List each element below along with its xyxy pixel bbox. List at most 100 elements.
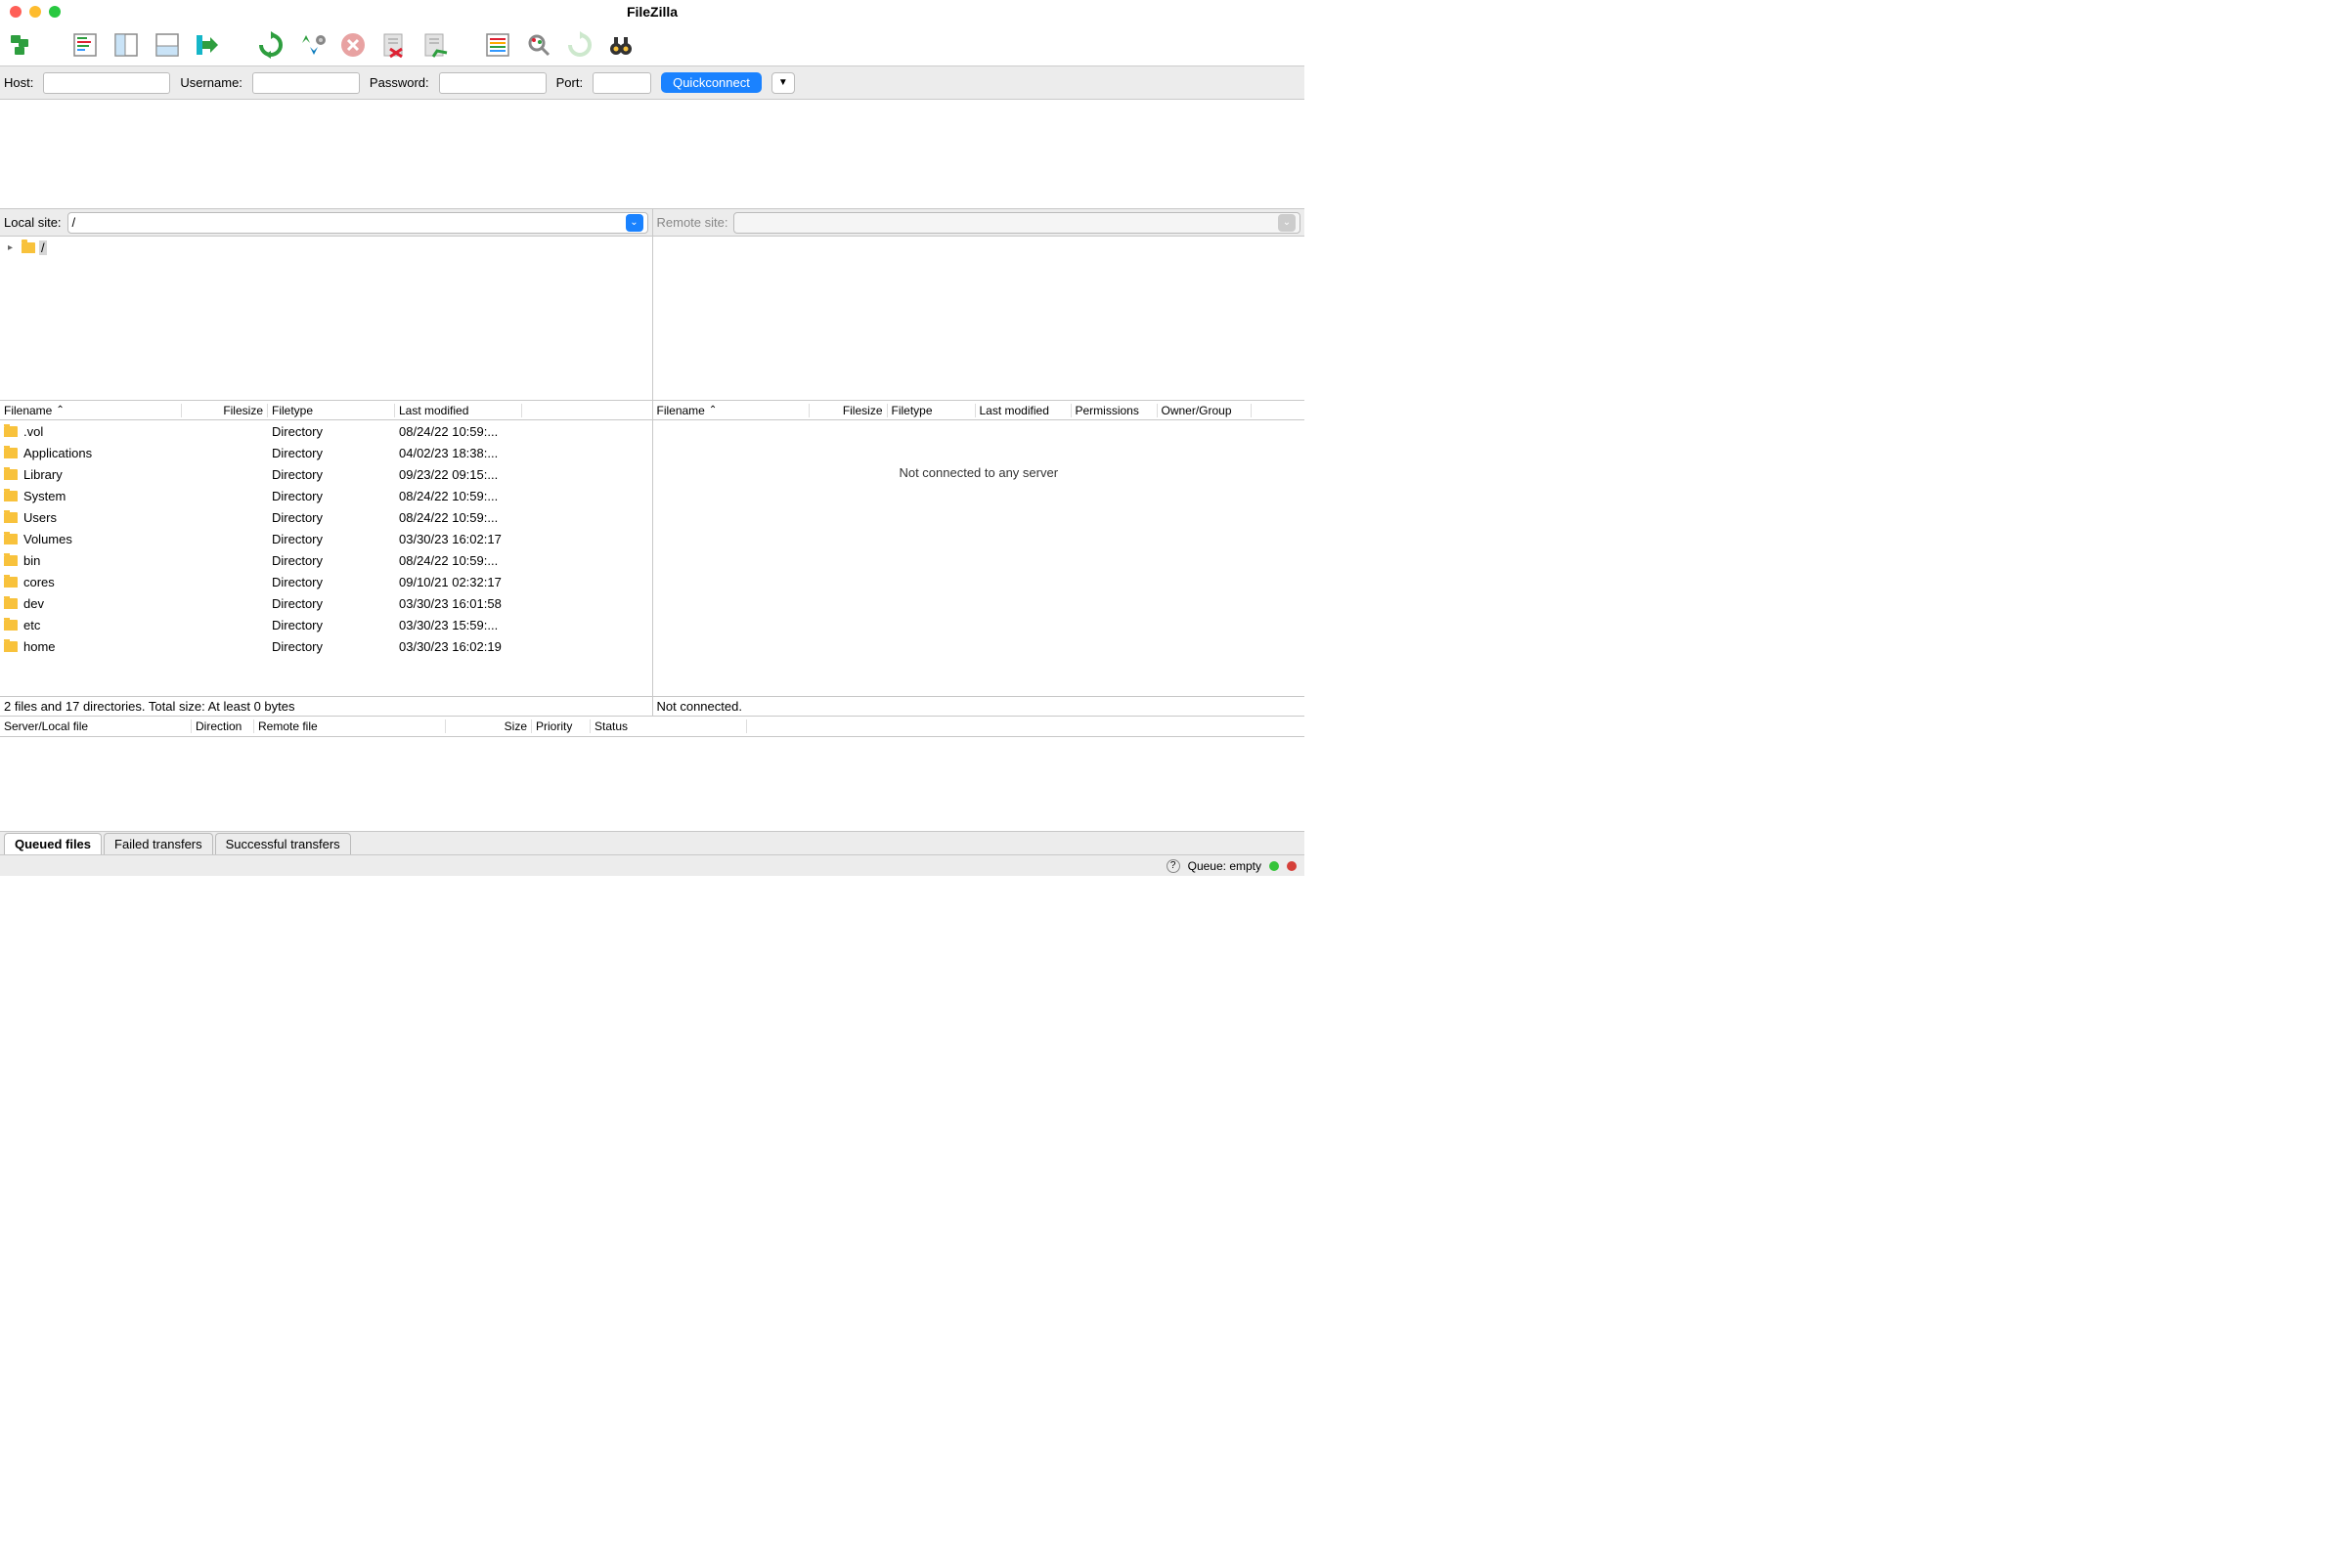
file-type: Directory bbox=[268, 489, 395, 503]
cancel-button[interactable] bbox=[334, 26, 372, 64]
activity-led-red-icon bbox=[1287, 861, 1297, 871]
close-window-icon[interactable] bbox=[10, 6, 22, 18]
tab-queued-files[interactable]: Queued files bbox=[4, 833, 102, 854]
search-button[interactable] bbox=[520, 26, 557, 64]
file-row[interactable]: home Directory03/30/23 16:02:19 bbox=[0, 635, 652, 657]
file-modified: 03/30/23 16:02:17 bbox=[395, 532, 542, 546]
refresh-button[interactable] bbox=[252, 26, 289, 64]
toggle-queue-button[interactable] bbox=[149, 26, 186, 64]
qcol-direction[interactable]: Direction bbox=[192, 719, 254, 733]
file-type: Directory bbox=[268, 639, 395, 654]
remote-site-row: Remote site: ⌄ bbox=[653, 209, 1305, 237]
sort-asc-icon: ⌃ bbox=[709, 405, 717, 415]
qcol-server[interactable]: Server/Local file bbox=[0, 719, 192, 733]
binoculars-button[interactable] bbox=[602, 26, 639, 64]
compare-button[interactable] bbox=[561, 26, 598, 64]
file-modified: 08/24/22 10:59:... bbox=[395, 489, 542, 503]
tab-failed-transfers[interactable]: Failed transfers bbox=[104, 833, 213, 854]
file-name: .vol bbox=[23, 424, 43, 439]
col-filetype[interactable]: Filetype bbox=[888, 404, 976, 417]
host-input[interactable] bbox=[43, 72, 170, 94]
port-input[interactable] bbox=[593, 72, 651, 94]
reconnect-button[interactable] bbox=[417, 26, 454, 64]
toggle-sync-browse-button[interactable] bbox=[190, 26, 227, 64]
qcol-size[interactable]: Size bbox=[446, 719, 532, 733]
qcol-remote[interactable]: Remote file bbox=[254, 719, 446, 733]
binoculars-icon bbox=[605, 29, 637, 61]
file-name: home bbox=[23, 639, 56, 654]
disconnect-button[interactable] bbox=[375, 26, 413, 64]
folder-icon bbox=[4, 512, 18, 523]
col-filename[interactable]: Filename⌃ bbox=[0, 404, 182, 417]
col-lastmod[interactable]: Last modified bbox=[395, 404, 522, 417]
qcol-priority[interactable]: Priority bbox=[532, 719, 591, 733]
queue-status-label: Queue: empty bbox=[1188, 859, 1261, 873]
file-row[interactable]: UsersDirectory08/24/22 10:59:... bbox=[0, 506, 652, 528]
process-queue-button[interactable] bbox=[293, 26, 330, 64]
col-filesize[interactable]: Filesize bbox=[182, 404, 268, 417]
main-split: Local site: / ⌄ ▸ / Filename⌃ Filesize F… bbox=[0, 209, 1304, 716]
local-site-combo[interactable]: / ⌄ bbox=[67, 212, 648, 234]
username-label: Username: bbox=[180, 75, 242, 90]
col-filetype[interactable]: Filetype bbox=[268, 404, 395, 417]
file-row[interactable]: binDirectory08/24/22 10:59:... bbox=[0, 549, 652, 571]
filter-icon bbox=[482, 29, 513, 61]
file-row[interactable]: SystemDirectory08/24/22 10:59:... bbox=[0, 485, 652, 506]
process-queue-icon bbox=[296, 29, 328, 61]
chevron-down-icon[interactable]: ⌄ bbox=[626, 214, 643, 232]
toggle-tree-button[interactable] bbox=[108, 26, 145, 64]
remote-status: Not connected. bbox=[653, 696, 1305, 716]
quickconnect-dropdown[interactable]: ▼ bbox=[771, 72, 795, 94]
file-type: Directory bbox=[268, 553, 395, 568]
zoom-window-icon[interactable] bbox=[49, 6, 61, 18]
password-label: Password: bbox=[370, 75, 429, 90]
col-filesize[interactable]: Filesize bbox=[810, 404, 888, 417]
col-owner[interactable]: Owner/Group bbox=[1158, 404, 1252, 417]
file-row[interactable]: LibraryDirectory09/23/22 09:15:... bbox=[0, 463, 652, 485]
activity-led-green-icon bbox=[1269, 861, 1279, 871]
password-input[interactable] bbox=[439, 72, 547, 94]
col-permissions[interactable]: Permissions bbox=[1072, 404, 1158, 417]
folder-icon bbox=[4, 534, 18, 544]
site-manager-button[interactable] bbox=[4, 26, 41, 64]
filter-button[interactable] bbox=[479, 26, 516, 64]
tab-successful-transfers[interactable]: Successful transfers bbox=[215, 833, 351, 854]
tree-expand-icon[interactable]: ▸ bbox=[8, 242, 20, 253]
file-row[interactable]: coresDirectory09/10/21 02:32:17 bbox=[0, 571, 652, 592]
file-row[interactable]: .volDirectory08/24/22 10:59:... bbox=[0, 420, 652, 442]
local-site-path: / bbox=[72, 215, 76, 230]
username-input[interactable] bbox=[252, 72, 360, 94]
file-type: Directory bbox=[268, 532, 395, 546]
toggle-message-log-button[interactable] bbox=[66, 26, 104, 64]
col-lastmod[interactable]: Last modified bbox=[976, 404, 1072, 417]
local-file-list[interactable]: .volDirectory08/24/22 10:59:...Applicati… bbox=[0, 420, 652, 696]
folder-icon bbox=[4, 491, 18, 501]
file-type: Directory bbox=[268, 424, 395, 439]
file-type: Directory bbox=[268, 446, 395, 460]
file-modified: 08/24/22 10:59:... bbox=[395, 510, 542, 525]
cancel-icon bbox=[337, 29, 369, 61]
file-row[interactable]: ApplicationsDirectory04/02/23 18:38:... bbox=[0, 442, 652, 463]
tree-label: / bbox=[39, 240, 47, 255]
message-log-icon bbox=[69, 29, 101, 61]
queue-list[interactable] bbox=[0, 737, 1304, 831]
quickconnect-button[interactable]: Quickconnect bbox=[661, 72, 762, 93]
col-filename[interactable]: Filename⌃ bbox=[653, 404, 810, 417]
remote-empty-message: Not connected to any server bbox=[899, 465, 1058, 480]
remote-site-combo: ⌄ bbox=[733, 212, 1300, 234]
tree-item-root[interactable]: ▸ / bbox=[8, 240, 644, 255]
message-log[interactable] bbox=[0, 100, 1304, 209]
minimize-window-icon[interactable] bbox=[29, 6, 41, 18]
file-row[interactable]: VolumesDirectory03/30/23 16:02:17 bbox=[0, 528, 652, 549]
compare-icon bbox=[564, 29, 595, 61]
file-name: dev bbox=[23, 596, 44, 611]
file-row[interactable]: etcDirectory03/30/23 15:59:... bbox=[0, 614, 652, 635]
qcol-status[interactable]: Status bbox=[591, 719, 747, 733]
help-icon[interactable]: ? bbox=[1167, 859, 1180, 873]
file-row[interactable]: devDirectory03/30/23 16:01:58 bbox=[0, 592, 652, 614]
chevron-down-icon: ⌄ bbox=[1278, 214, 1296, 232]
file-modified: 03/30/23 16:02:19 bbox=[395, 639, 542, 654]
local-tree[interactable]: ▸ / bbox=[0, 237, 652, 401]
file-modified: 09/23/22 09:15:... bbox=[395, 467, 542, 482]
sync-browse-icon bbox=[193, 29, 224, 61]
